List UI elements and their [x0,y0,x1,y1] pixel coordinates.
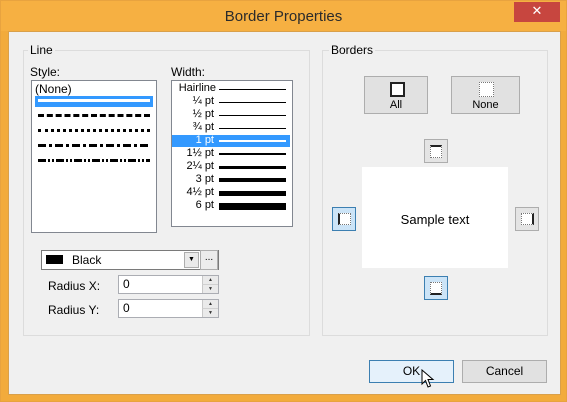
color-name: Black [72,253,102,267]
width-label-text: 3 pt [195,173,214,185]
dialog-body: Line Style: Width: (None) Hairline ¼ pt … [8,31,561,395]
width-item[interactable]: 1½ pt [172,147,290,160]
width-label-text: 2¼ pt [186,160,214,172]
spin-up-icon[interactable]: ▲ [202,276,218,285]
width-label-text: 6 pt [195,199,214,211]
width-label: Width: [171,65,206,79]
preset-all-label: All [389,99,403,111]
preset-none-label: None [472,99,499,111]
borders-group-title: Borders [329,43,376,57]
style-label: Style: [30,65,61,79]
radius-y-label: Radius Y: [48,303,100,317]
border-right-icon [521,213,534,225]
width-item[interactable]: 2¼ pt [172,160,290,173]
border-top-button[interactable] [424,139,448,163]
style-item-dash-dot[interactable] [35,141,153,152]
width-line-sample [219,191,286,196]
width-item[interactable]: 6 pt [172,199,290,212]
width-line-sample [219,102,286,103]
sample-text: Sample text [400,212,470,227]
dash-line-sample [38,114,150,117]
width-line-sample [219,166,286,169]
width-label-text: 4½ pt [186,186,214,198]
border-bottom-icon [430,282,442,295]
radius-x-label: Radius X: [48,279,101,293]
width-item[interactable]: Hairline [172,82,290,95]
radius-x-value[interactable]: 0 [123,277,130,291]
border-right-button[interactable] [515,207,539,231]
width-item[interactable]: ¼ pt [172,95,290,108]
style-item-solid[interactable] [35,96,153,107]
width-item-selected[interactable]: 1 pt [172,134,290,147]
cancel-button[interactable]: Cancel [462,360,547,383]
width-item[interactable]: 3 pt [172,173,290,186]
radius-y-spinner[interactable]: 0 ▲ ▼ [118,299,219,318]
close-icon: ✕ [531,4,543,19]
mouse-pointer-icon [421,369,435,388]
more-colors-button[interactable]: ... [200,250,218,270]
spin-up-icon[interactable]: ▲ [202,300,218,309]
sample-preview: Sample text [362,167,508,268]
radius-x-spinner[interactable]: 0 ▲ ▼ [118,275,219,294]
border-left-icon [338,213,351,225]
dash-dot-dot-line-sample [38,159,150,162]
width-line-sample [219,203,286,210]
line-group-title: Line [28,43,55,57]
width-line-sample [219,128,286,129]
width-label-text: ¼ pt [192,95,214,107]
title-bar[interactable]: Border Properties ✕ [1,1,566,31]
width-line-sample [219,178,286,182]
style-item-none[interactable]: (None) [35,82,72,96]
width-item[interactable]: 4½ pt [172,186,290,199]
preset-all-button[interactable]: All [364,76,428,114]
width-listbox[interactable]: Hairline ¼ pt ½ pt ¾ pt 1 pt 1½ pt 2¼ pt… [171,80,293,227]
color-combobox[interactable]: Black ▼ [41,250,219,270]
radius-y-value[interactable]: 0 [123,301,130,315]
box-none-icon [479,82,494,97]
border-top-icon [430,145,442,158]
width-label-text: 1½ pt [186,147,214,159]
width-label-text: 1 pt [195,134,214,146]
width-label-text: Hairline [178,82,216,94]
width-line-sample [219,89,286,90]
spin-down-icon[interactable]: ▼ [202,309,218,317]
color-swatch [46,255,63,264]
spin-down-icon[interactable]: ▼ [202,285,218,293]
box-all-icon [390,82,405,97]
width-item[interactable]: ½ pt [172,108,290,121]
width-label-text: ¾ pt [192,121,214,133]
border-bottom-button[interactable] [424,276,448,300]
preset-none-button[interactable]: None [451,76,520,114]
dash-dot-line-sample [38,144,150,147]
dialog-window: Border Properties ✕ Line Style: Width: (… [0,0,567,402]
dot-line-sample [38,129,150,132]
chevron-down-icon[interactable]: ▼ [184,252,199,268]
width-label-text: ½ pt [192,108,214,120]
close-button[interactable]: ✕ [514,2,560,22]
style-item-dot[interactable] [35,126,153,137]
width-item[interactable]: ¾ pt [172,121,290,134]
style-item-dash[interactable] [35,111,153,122]
width-line-sample [219,153,286,155]
solid-line-sample [38,99,150,102]
style-item-dash-dot-dot[interactable] [35,156,153,167]
border-left-button[interactable] [332,207,356,231]
width-line-sample [219,115,286,116]
window-title: Border Properties [224,8,343,25]
ok-button[interactable]: OK [369,360,454,383]
width-line-sample [219,140,286,142]
style-listbox[interactable]: (None) [31,80,157,233]
